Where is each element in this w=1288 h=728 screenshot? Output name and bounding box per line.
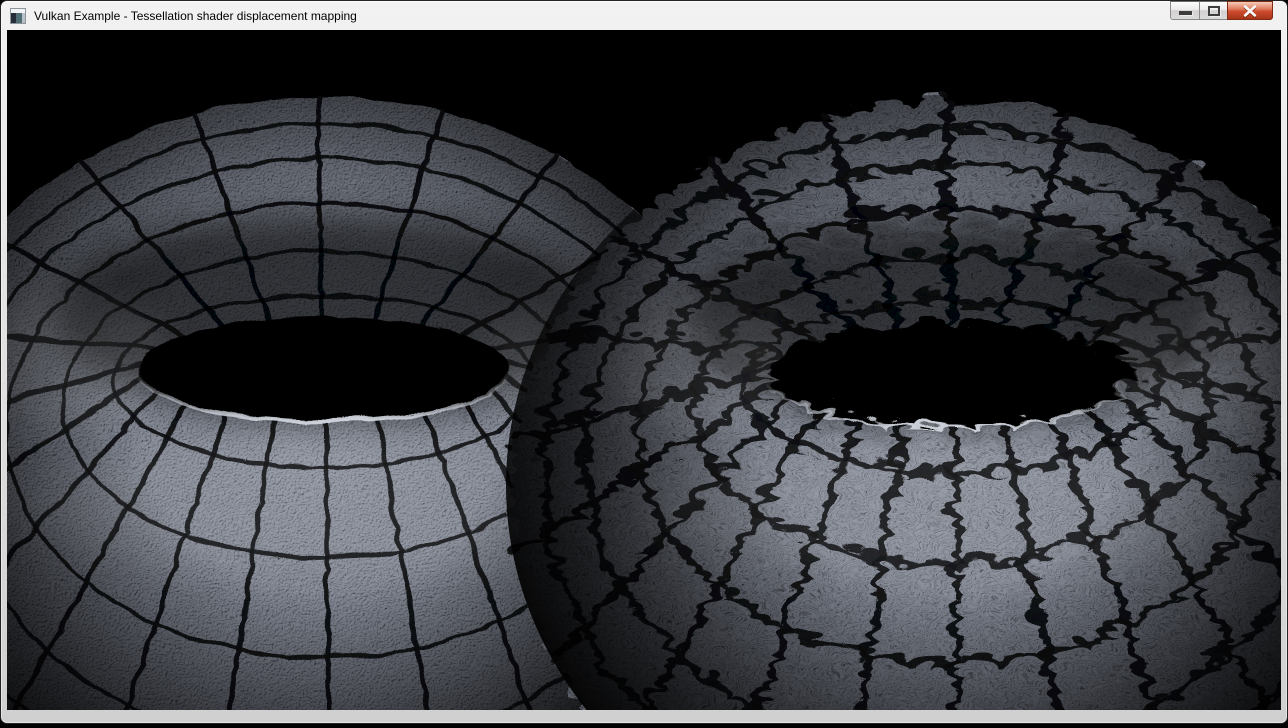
app-window-icon[interactable] <box>10 8 26 24</box>
scene-canvas <box>7 30 1281 710</box>
maximize-icon <box>1208 6 1220 16</box>
window-controls <box>1171 1 1273 20</box>
titlebar[interactable]: Vulkan Example - Tessellation shader dis… <box>1 1 1287 30</box>
app-window: Vulkan Example - Tessellation shader dis… <box>0 0 1288 724</box>
maximize-button[interactable] <box>1199 1 1228 20</box>
close-icon <box>1242 5 1258 17</box>
torus-displacement <box>506 95 1281 710</box>
app-icon-art <box>22 13 25 23</box>
render-viewport[interactable] <box>7 30 1281 710</box>
minimize-icon <box>1179 11 1192 15</box>
window-title: Vulkan Example - Tessellation shader dis… <box>34 9 357 23</box>
close-button[interactable] <box>1227 1 1273 20</box>
minimize-button[interactable] <box>1170 1 1200 20</box>
